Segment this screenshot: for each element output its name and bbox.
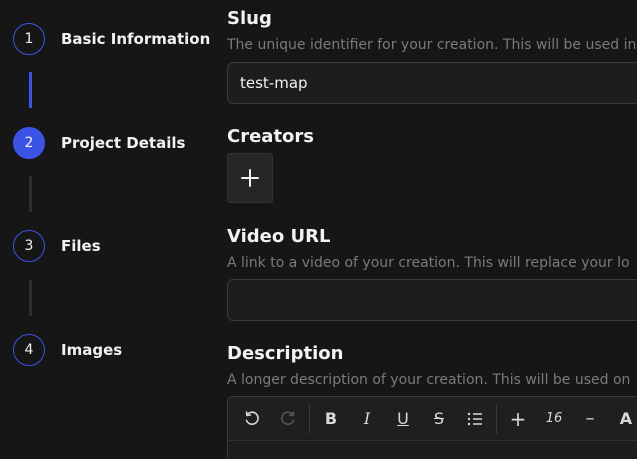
italic-button[interactable]: I [349, 403, 385, 435]
redo-icon [281, 410, 295, 425]
step-number: 1 [13, 23, 45, 55]
redo-button[interactable] [270, 403, 306, 435]
stepper: 1 Basic Information 2 Project Details 3 … [0, 0, 210, 459]
description-title: Description [227, 343, 344, 364]
step-connector [29, 72, 32, 108]
step-label: Basic Information [61, 30, 211, 48]
font-size-value: 16 [545, 411, 563, 426]
description-description: A longer description of your creation. T… [227, 372, 631, 388]
slug-description: The unique identifier for your creation.… [227, 37, 637, 53]
description-editor: B I U S + 16 – A [227, 396, 637, 459]
step-label: Project Details [61, 134, 186, 152]
creators-title: Creators [227, 126, 315, 147]
bullet-list-icon [467, 412, 482, 425]
step-number: 2 [13, 127, 45, 159]
underline-button[interactable]: U [385, 403, 421, 435]
step-number: 4 [13, 334, 45, 366]
plus-icon [241, 169, 259, 187]
undo-button[interactable] [234, 403, 270, 435]
decrease-font-button[interactable]: – [572, 403, 608, 435]
undo-icon [245, 410, 259, 425]
step-label: Images [61, 341, 123, 359]
create-project-page: 1 Basic Information 2 Project Details 3 … [0, 0, 637, 459]
slug-input[interactable] [227, 62, 637, 104]
toolbar-separator [496, 403, 497, 434]
step-connector [29, 176, 32, 212]
editor-toolbar: B I U S + 16 – A [228, 397, 637, 441]
text-color-button[interactable]: A [608, 403, 637, 435]
video-url-description: A link to a video of your creation. This… [227, 255, 630, 271]
video-url-input[interactable] [227, 279, 637, 321]
step-number: 3 [13, 230, 45, 262]
increase-font-button[interactable]: + [500, 403, 536, 435]
step-label: Files [61, 237, 101, 255]
add-creator-button[interactable] [227, 153, 273, 203]
step-connector [29, 280, 32, 316]
video-url-title: Video URL [227, 226, 331, 247]
bullet-list-button[interactable] [457, 403, 493, 435]
step-files[interactable]: 3 Files [13, 230, 101, 262]
strikethrough-button[interactable]: S [421, 403, 457, 435]
slug-title: Slug [227, 8, 272, 29]
toolbar-separator [309, 403, 310, 434]
step-images[interactable]: 4 Images [13, 334, 122, 366]
bold-button[interactable]: B [313, 403, 349, 435]
step-project-details[interactable]: 2 Project Details [13, 127, 185, 159]
step-basic-information[interactable]: 1 Basic Information [13, 23, 210, 55]
